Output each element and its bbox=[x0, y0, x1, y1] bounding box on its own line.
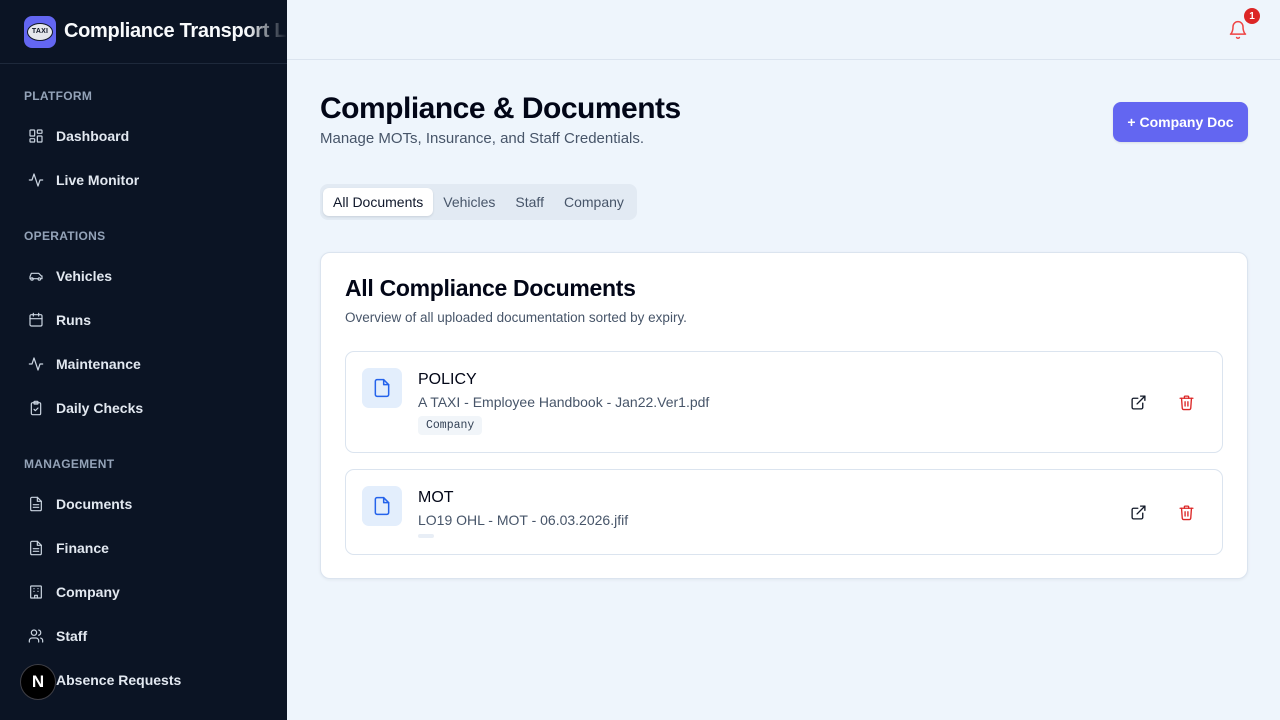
activity-icon bbox=[28, 356, 44, 372]
document-type: MOT bbox=[418, 489, 454, 506]
sidebar: TAXI Compliance Transport Ltd PLATFORM D… bbox=[0, 0, 287, 720]
document-filename: LO19 OHL - MOT - 06.03.2026.jfif bbox=[418, 512, 629, 528]
sidebar-item-finance[interactable]: Finance bbox=[24, 532, 264, 564]
sidebar-item-maintenance[interactable]: Maintenance bbox=[24, 348, 264, 380]
sidebar-item-label: Absence Requests bbox=[56, 672, 182, 688]
sidebar-item-label: Maintenance bbox=[56, 356, 141, 372]
document-category-tag bbox=[418, 534, 434, 538]
sidebar-item-live-monitor[interactable]: Live Monitor bbox=[24, 164, 264, 196]
page-title: Compliance & Documents bbox=[320, 92, 681, 125]
sidebar-item-label: Documents bbox=[56, 496, 133, 512]
file-text-icon bbox=[28, 540, 44, 556]
external-link-icon[interactable] bbox=[1128, 502, 1148, 522]
trash-icon[interactable] bbox=[1176, 392, 1196, 412]
sidebar-item-label: Company bbox=[56, 584, 120, 600]
document-row: MOT LO19 OHL - MOT - 06.03.2026.jfif bbox=[345, 469, 1223, 555]
sidebar-item-vehicles[interactable]: Vehicles bbox=[24, 260, 264, 292]
trash-icon[interactable] bbox=[1176, 502, 1196, 522]
file-icon bbox=[362, 486, 402, 526]
topbar: 1 bbox=[287, 0, 1280, 60]
dev-tools-badge[interactable]: N bbox=[20, 664, 56, 700]
sidebar-item-dashboard[interactable]: Dashboard bbox=[24, 120, 264, 152]
taxi-logo-icon: TAXI bbox=[24, 15, 56, 48]
document-category-tag: Company bbox=[418, 416, 483, 435]
sidebar-item-company[interactable]: Company bbox=[24, 576, 264, 608]
brand[interactable]: TAXI Compliance Transport Ltd bbox=[0, 0, 287, 64]
tab-all-documents[interactable]: All Documents bbox=[323, 188, 434, 216]
grid-icon bbox=[28, 128, 44, 144]
bell-icon[interactable] bbox=[1228, 20, 1248, 40]
document-type: POLICY bbox=[418, 371, 477, 388]
clipboard-check-icon bbox=[28, 400, 44, 416]
document-row: POLICY A TAXI - Employee Handbook - Jan2… bbox=[345, 351, 1223, 453]
tab-vehicles[interactable]: Vehicles bbox=[433, 188, 505, 216]
sidebar-item-label: Staff bbox=[56, 628, 88, 644]
card-title: All Compliance Documents bbox=[345, 275, 636, 301]
document-tabs: All Documents Vehicles Staff Company bbox=[320, 184, 637, 220]
sidebar-item-label: Dashboard bbox=[56, 128, 130, 144]
sidebar-item-label: Finance bbox=[56, 540, 109, 556]
sidebar-item-runs[interactable]: Runs bbox=[24, 304, 264, 336]
card-description: Overview of all uploaded documentation s… bbox=[345, 310, 687, 325]
taxi-logo-text: TAXI bbox=[27, 22, 53, 41]
sidebar-item-documents[interactable]: Documents bbox=[24, 488, 264, 520]
sidebar-item-daily-checks[interactable]: Daily Checks bbox=[24, 392, 264, 424]
notification-count-badge: 1 bbox=[1244, 8, 1260, 24]
section-label-platform: PLATFORM bbox=[24, 89, 93, 103]
sidebar-item-label: Live Monitor bbox=[56, 172, 140, 188]
sidebar-item-label: Vehicles bbox=[56, 268, 113, 284]
brand-fade bbox=[247, 0, 287, 63]
calendar-icon bbox=[28, 312, 44, 328]
sidebar-item-absence-requests[interactable]: Absence Requests bbox=[24, 664, 264, 696]
sidebar-item-label: Daily Checks bbox=[56, 400, 144, 416]
sidebar-item-label: Runs bbox=[56, 312, 91, 328]
add-company-doc-button[interactable]: + Company Doc bbox=[1113, 102, 1248, 142]
documents-card: All Compliance Documents Overview of all… bbox=[320, 252, 1248, 579]
section-label-operations: OPERATIONS bbox=[24, 229, 106, 243]
sidebar-item-staff[interactable]: Staff bbox=[24, 620, 264, 652]
external-link-icon[interactable] bbox=[1128, 392, 1148, 412]
file-icon bbox=[362, 368, 402, 408]
car-icon bbox=[28, 268, 44, 284]
file-text-icon bbox=[28, 496, 44, 512]
tab-staff[interactable]: Staff bbox=[505, 188, 554, 216]
tab-company[interactable]: Company bbox=[554, 188, 634, 216]
users-icon bbox=[28, 628, 44, 644]
activity-icon bbox=[28, 172, 44, 188]
building-icon bbox=[28, 584, 44, 600]
section-label-management: MANAGEMENT bbox=[24, 457, 115, 471]
page-subtitle: Manage MOTs, Insurance, and Staff Creden… bbox=[320, 130, 645, 147]
document-filename: A TAXI - Employee Handbook - Jan22.Ver1.… bbox=[418, 394, 710, 410]
